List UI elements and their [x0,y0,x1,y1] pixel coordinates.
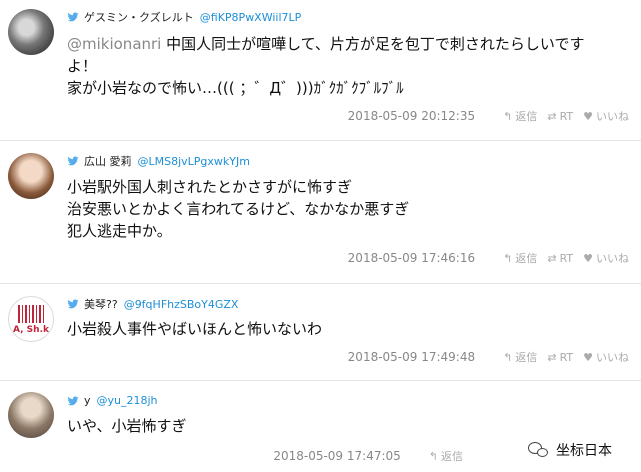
display-name[interactable]: 美琴?? [84,296,118,312]
display-name[interactable]: y [84,394,91,407]
display-name[interactable]: 広山 愛莉 [84,153,132,169]
like-button[interactable]: ♥ いいね [583,349,629,365]
reply-arrow-icon: ↰ [428,449,438,463]
tweet-meta: 2018-05-09 17:49:48 ↰ 返信 ⇄ RT ♥ いいね [348,349,629,365]
tweet-text-line: いや、小岩怖すぎ [67,417,187,435]
user-handle[interactable]: @9fqHFhzSBoY4GZX [124,298,239,311]
divider [0,140,641,141]
divider [0,283,641,284]
reply-label: 返信 [515,252,538,265]
tweet-meta: 2018-05-09 20:12:35 ↰ 返信 ⇄ RT ♥ いいね [348,108,629,124]
like-label: いいね [596,351,629,364]
retweet-label: RT [559,109,574,123]
retweet-label: RT [559,251,574,265]
divider [0,380,641,381]
timestamp[interactable]: 2018-05-09 17:47:05 [273,449,400,463]
barcode-logo [18,305,46,323]
twitter-bird-icon [67,298,79,310]
watermark: 坐标日本 [528,440,612,460]
wechat-icon [528,441,550,459]
tweet-meta: 2018-05-09 17:46:16 ↰ 返信 ⇄ RT ♥ いいね [348,250,629,266]
heart-icon: ♥ [583,350,593,364]
avatar[interactable] [8,9,54,55]
tweet-header: ゲスミン・クズレルト @fiKP8PwXWiil7LP [67,9,301,25]
user-handle[interactable]: @fiKP8PwXWiil7LP [200,11,302,24]
reply-button[interactable]: ↰ 返信 [503,349,537,365]
reply-label: 返信 [515,110,538,123]
like-button[interactable]: ♥ いいね [583,250,629,266]
tweet-text-line: 小岩駅外国人刺されたとかさすがに怖すぎ [67,178,353,196]
retweet-icon: ⇄ [547,350,557,364]
twitter-bird-icon [67,395,79,407]
tweet-text-line: 犯人逃走中か。 [67,222,172,240]
like-label: いいね [596,110,629,123]
tweet-text-line: よ！ [67,57,98,75]
tweet-text: いや、小岩怖すぎ [67,415,187,437]
reply-button[interactable]: ↰ 返信 [503,250,537,266]
retweet-label: RT [559,350,574,364]
timestamp[interactable]: 2018-05-09 17:49:48 [348,350,475,364]
avatar[interactable] [8,392,54,438]
like-button[interactable]: ♥ いいね [583,108,629,124]
tweet-text-line: 治安悪いとかよく言われてるけど、なかなか悪すぎ [67,200,410,218]
tweet-header: y @yu_218jh [67,394,158,407]
retweet-icon: ⇄ [547,251,557,265]
reply-arrow-icon: ↰ [503,350,513,364]
tweet-text-line: 小岩殺人事件やばいほんと怖いないわ [67,320,323,338]
twitter-bird-icon [67,11,79,23]
retweet-button[interactable]: ⇄ RT [547,351,573,364]
timestamp[interactable]: 2018-05-09 17:46:16 [348,251,475,265]
heart-icon: ♥ [583,109,593,123]
avatar-brand-text: A, Sh.k [13,325,49,335]
avatar[interactable] [8,153,54,199]
retweet-button[interactable]: ⇄ RT [547,252,573,265]
retweet-icon: ⇄ [547,109,557,123]
tweet-text: @mikionanri 中国人同士が喧嘩して、片方が足を包丁で刺されたらしいです… [67,33,584,99]
like-label: いいね [596,252,629,265]
tweet-meta: 2018-05-09 17:47:05 ↰ 返信 [273,448,463,464]
twitter-bird-icon [67,155,79,167]
reply-label: 返信 [515,351,538,364]
reply-arrow-icon: ↰ [503,109,513,123]
reply-button[interactable]: ↰ 返信 [429,448,463,464]
reply-label: 返信 [441,450,463,463]
mention-link[interactable]: @mikionanri [67,35,161,53]
tweet-text: 小岩駅外国人刺されたとかさすがに怖すぎ 治安悪いとかよく言われてるけど、なかなか… [67,176,409,242]
tweet-text: 小岩殺人事件やばいほんと怖いないわ [67,318,322,340]
user-handle[interactable]: @yu_218jh [97,394,158,407]
retweet-button[interactable]: ⇄ RT [547,110,573,123]
watermark-text: 坐标日本 [556,443,612,459]
display-name[interactable]: ゲスミン・クズレルト [84,9,194,25]
timestamp[interactable]: 2018-05-09 20:12:35 [348,109,475,123]
avatar[interactable]: A, Sh.k [8,296,54,342]
tweet-header: 広山 愛莉 @LMS8jvLPgxwkYJm [67,153,250,169]
reply-arrow-icon: ↰ [503,251,513,265]
heart-icon: ♥ [583,251,593,265]
tweet-text-line: 家が小岩なので怖い…((( ；゛Д゛)))ｶﾞｸｶﾞｸﾌﾞﾙﾌﾞﾙ [67,79,404,97]
tweet-header: 美琴?? @9fqHFhzSBoY4GZX [67,296,238,312]
reply-button[interactable]: ↰ 返信 [503,108,537,124]
user-handle[interactable]: @LMS8jvLPgxwkYJm [138,155,250,168]
tweet-text-line: 中国人同士が喧嘩して、片方が足を包丁で刺されたらしいです [161,35,585,53]
